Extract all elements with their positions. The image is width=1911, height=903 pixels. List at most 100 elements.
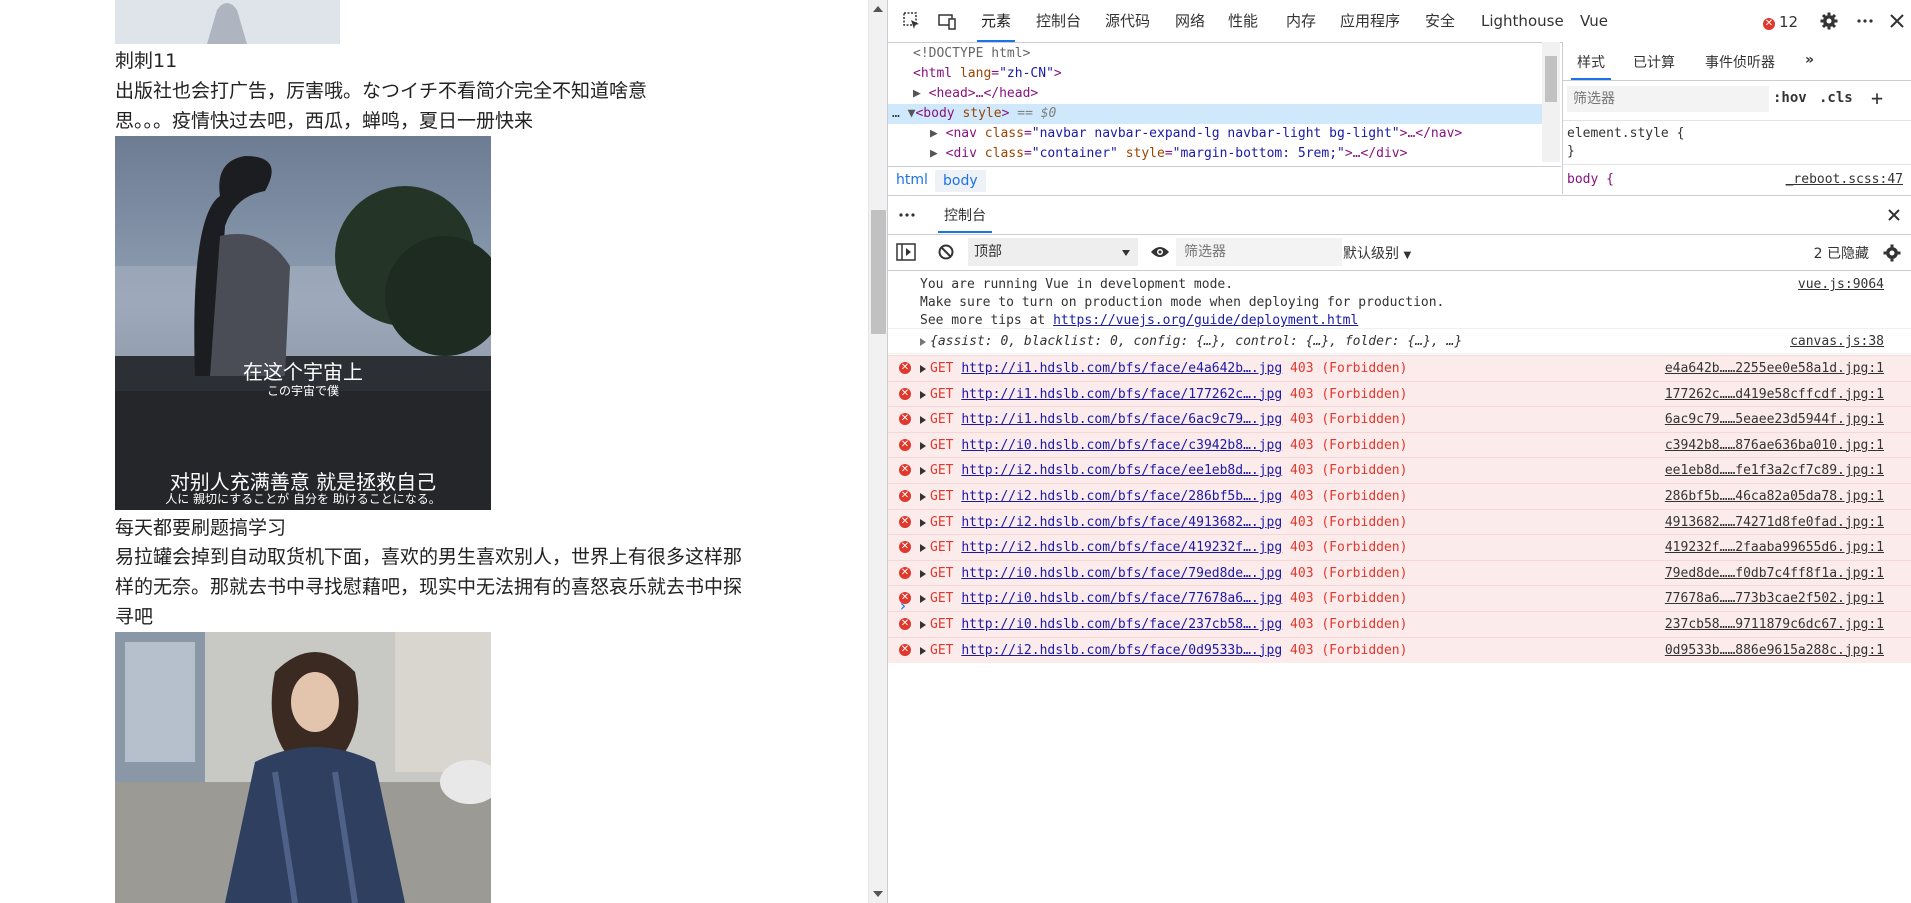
- console-prompt-icon[interactable]: ›: [898, 596, 908, 615]
- scroll-down-icon[interactable]: [873, 891, 883, 897]
- new-style-rule-icon[interactable]: +: [1871, 86, 1883, 110]
- page-scrollbar[interactable]: [868, 0, 888, 903]
- log-level-selector[interactable]: 默认级别 ▼: [1343, 243, 1411, 263]
- tab-styles[interactable]: 样式: [1571, 52, 1611, 80]
- console-error-row[interactable]: ✕ GET http://i0.hdslb.com/bfs/face/79ed8d…: [888, 559, 1911, 586]
- console-settings-gear-icon[interactable]: [1883, 244, 1901, 262]
- dom-nav[interactable]: ▶ <nav class="navbar navbar-expand-lg na…: [930, 124, 1462, 144]
- error-count-badge[interactable]: ✕ 12: [1763, 13, 1798, 31]
- error-source-link[interactable]: 237cb58……9711879c6dc67.jpg:1: [1665, 617, 1884, 632]
- expand-triangle-icon[interactable]: ▶: [930, 146, 938, 161]
- console-error-row[interactable]: ✕ GET http://i2.hdslb.com/bfs/face/491368…: [888, 508, 1911, 535]
- live-expression-eye-icon[interactable]: [1150, 245, 1170, 259]
- tab-sources[interactable]: 源代码: [1105, 0, 1150, 42]
- expand-triangle-icon[interactable]: ▶: [930, 126, 938, 141]
- tab-security[interactable]: 安全: [1425, 0, 1455, 42]
- settings-gear-icon[interactable]: [1820, 12, 1838, 30]
- scrollbar-thumb[interactable]: [871, 210, 886, 334]
- error-url-link[interactable]: http://i2.hdslb.com/bfs/face/419232f….jp…: [961, 540, 1282, 555]
- error-source-link[interactable]: 4913682……74271d8fe0fad.jpg:1: [1665, 515, 1884, 530]
- error-url-link[interactable]: http://i2.hdslb.com/bfs/face/4913682….jp…: [961, 515, 1282, 530]
- log-source-link[interactable]: vue.js:9064: [1798, 277, 1884, 292]
- console-error-row[interactable]: ✕ GET http://i0.hdslb.com/bfs/face/237cb5…: [888, 611, 1911, 637]
- sidebar-toggle-icon[interactable]: [896, 243, 916, 261]
- dom-html[interactable]: <html lang="zh-CN">: [913, 64, 1062, 84]
- tab-network[interactable]: 网络: [1175, 0, 1205, 42]
- drawer-tab-console[interactable]: 控制台: [938, 205, 992, 233]
- dom-doctype[interactable]: <!DOCTYPE html>: [913, 44, 1030, 64]
- breadcrumb-body[interactable]: body: [935, 170, 986, 192]
- expand-triangle-icon[interactable]: ▶: [913, 86, 921, 101]
- error-url-link[interactable]: http://i1.hdslb.com/bfs/face/6ac9c79….jp…: [961, 412, 1282, 427]
- console-error-row[interactable]: ✕ GET http://i1.hdslb.com/bfs/face/177262…: [888, 380, 1911, 407]
- expand-triangle-icon[interactable]: [920, 569, 926, 578]
- tab-application[interactable]: 应用程序: [1340, 0, 1400, 42]
- log-source-link[interactable]: canvas.js:38: [1790, 334, 1884, 349]
- hover-state-toggle[interactable]: :hov: [1773, 90, 1807, 106]
- scrollbar-thumb[interactable]: [1545, 56, 1557, 102]
- error-source-link[interactable]: ee1eb8d……fe1f3a2cf7c89.jpg:1: [1665, 463, 1884, 478]
- error-url-link[interactable]: http://i0.hdslb.com/bfs/face/79ed8de….jp…: [961, 566, 1282, 581]
- dom-body-selected[interactable]: … ▼<body style> == $0: [888, 104, 1542, 124]
- error-url-link[interactable]: http://i2.hdslb.com/bfs/face/286bf5b….jp…: [961, 489, 1282, 504]
- console-error-row[interactable]: ✕ GET http://i0.hdslb.com/bfs/face/77678a…: [888, 585, 1911, 612]
- expand-triangle-icon[interactable]: [920, 493, 926, 501]
- error-url-link[interactable]: http://i0.hdslb.com/bfs/face/237cb58….jp…: [961, 617, 1282, 632]
- error-source-link[interactable]: 6ac9c79……5eaee23d5944f.jpg:1: [1665, 412, 1884, 427]
- scroll-up-icon[interactable]: [873, 6, 883, 12]
- error-url-link[interactable]: http://i1.hdslb.com/bfs/face/e4a642b….jp…: [961, 361, 1282, 376]
- expand-triangle-icon[interactable]: [920, 441, 926, 450]
- css-source-link[interactable]: _reboot.scss:47: [1786, 172, 1903, 187]
- styles-filter-input[interactable]: [1567, 86, 1769, 112]
- breadcrumb-html[interactable]: html: [896, 172, 928, 188]
- tab-lighthouse[interactable]: Lighthouse: [1481, 0, 1564, 42]
- console-error-row[interactable]: ✕ GET http://i0.hdslb.com/bfs/face/c3942b…: [888, 431, 1911, 458]
- tab-performance[interactable]: 性能: [1228, 0, 1258, 42]
- error-url-link[interactable]: http://i1.hdslb.com/bfs/face/177262c….jp…: [961, 387, 1282, 402]
- error-url-link[interactable]: http://i2.hdslb.com/bfs/face/0d9533b….jp…: [961, 643, 1282, 658]
- console-error-row[interactable]: ✕ GET http://i1.hdslb.com/bfs/face/6ac9c7…: [888, 406, 1911, 433]
- more-options-icon[interactable]: [1856, 12, 1874, 30]
- dom-head[interactable]: ▶ <head>…</head>: [913, 84, 1038, 104]
- dom-div-container[interactable]: ▶ <div class="container" style="margin-b…: [930, 144, 1407, 164]
- error-source-link[interactable]: 419232f……2faaba99655d6.jpg:1: [1665, 540, 1884, 555]
- expand-triangle-icon[interactable]: [920, 390, 926, 399]
- more-tabs-chevron-icon[interactable]: »: [1805, 52, 1814, 68]
- console-error-row[interactable]: ✕ GET http://i2.hdslb.com/bfs/face/0d9533…: [888, 636, 1911, 663]
- tab-console[interactable]: 控制台: [1036, 0, 1081, 42]
- error-source-link[interactable]: c3942b8……876ae636ba010.jpg:1: [1665, 438, 1884, 453]
- close-devtools-icon[interactable]: [1888, 12, 1906, 30]
- expand-triangle-icon[interactable]: [920, 338, 926, 346]
- error-url-link[interactable]: http://i0.hdslb.com/bfs/face/77678a6….jp…: [961, 591, 1282, 606]
- class-toggle[interactable]: .cls: [1819, 90, 1853, 106]
- log-link[interactable]: https://vuejs.org/guide/deployment.html: [1053, 313, 1358, 328]
- error-source-link[interactable]: 286bf5b……46ca82a05da78.jpg:1: [1665, 489, 1884, 504]
- expand-triangle-icon[interactable]: [920, 416, 926, 425]
- expand-triangle-icon[interactable]: [920, 621, 926, 629]
- error-source-link[interactable]: 0d9533b……886e9615a288c.jpg:1: [1665, 643, 1884, 658]
- tab-event-listeners[interactable]: 事件侦听器: [1705, 52, 1775, 72]
- drawer-menu-icon[interactable]: [898, 208, 916, 222]
- error-source-link[interactable]: 77678a6……773b3cae2f502.jpg:1: [1665, 591, 1884, 606]
- error-url-link[interactable]: http://i0.hdslb.com/bfs/face/c3942b8….jp…: [961, 438, 1282, 453]
- console-error-row[interactable]: ✕ GET http://i2.hdslb.com/bfs/face/ee1eb8…: [888, 457, 1911, 484]
- expand-triangle-icon[interactable]: [920, 595, 926, 604]
- console-filter-input[interactable]: [1176, 238, 1342, 266]
- error-source-link[interactable]: e4a642b……2255ee0e58a1d.jpg:1: [1665, 361, 1884, 376]
- console-error-row[interactable]: ✕ GET http://i2.hdslb.com/bfs/face/286bf5…: [888, 483, 1911, 509]
- inspect-element-icon[interactable]: [903, 12, 921, 30]
- console-error-row[interactable]: ✕ GET http://i2.hdslb.com/bfs/face/419232…: [888, 534, 1911, 561]
- error-source-link[interactable]: 177262c……d419e58cffcdf.jpg:1: [1665, 387, 1884, 402]
- error-url-link[interactable]: http://i2.hdslb.com/bfs/face/ee1eb8d….jp…: [961, 463, 1282, 478]
- tab-vue[interactable]: Vue: [1580, 0, 1608, 42]
- clear-console-icon[interactable]: [938, 244, 954, 260]
- tab-computed[interactable]: 已计算: [1633, 52, 1675, 72]
- device-toolbar-icon[interactable]: [938, 12, 956, 30]
- console-log-object[interactable]: {assist: 0, blacklist: 0, config: {…}, c…: [888, 330, 1911, 354]
- expand-triangle-icon[interactable]: [920, 646, 926, 655]
- expand-triangle-icon[interactable]: [920, 467, 926, 476]
- error-source-link[interactable]: 79ed8de……f0db7c4ff8f1a.jpg:1: [1665, 566, 1884, 581]
- expand-triangle-icon[interactable]: [920, 518, 926, 527]
- tab-memory[interactable]: 内存: [1286, 0, 1316, 42]
- tab-elements[interactable]: 元素: [976, 0, 1016, 42]
